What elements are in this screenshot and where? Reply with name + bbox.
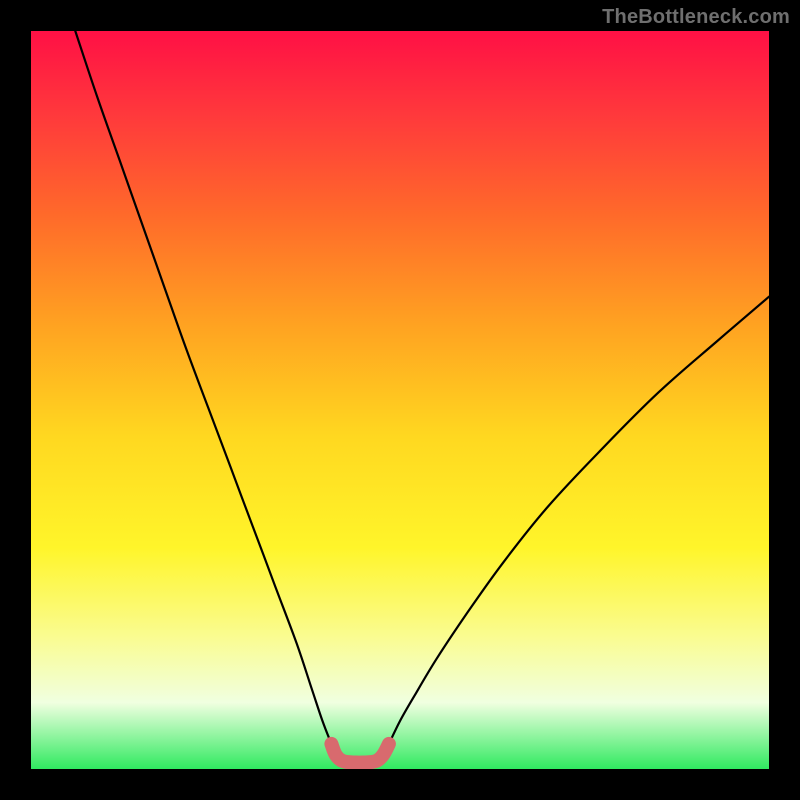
plot-area — [31, 31, 769, 769]
watermark-text: TheBottleneck.com — [602, 6, 790, 29]
curve-layer — [31, 31, 769, 769]
left-curve — [75, 31, 331, 744]
right-curve — [389, 297, 769, 744]
valley-thumb — [331, 744, 389, 763]
chart-viewport: TheBottleneck.com — [0, 0, 800, 800]
